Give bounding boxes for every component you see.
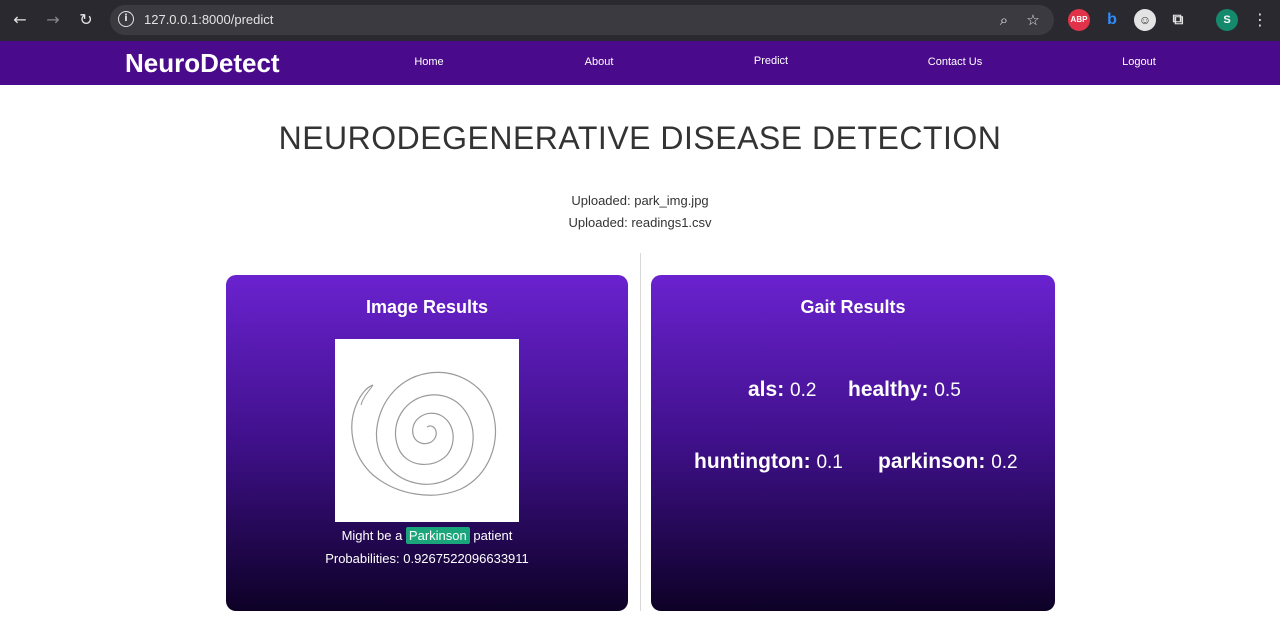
uploaded-image-filename: Uploaded: park_img.jpg <box>571 193 709 208</box>
adblock-extension-icon[interactable]: ABP <box>1068 9 1090 31</box>
profile-avatar[interactable]: S <box>1216 9 1238 31</box>
nav-about[interactable]: About <box>585 56 614 68</box>
site-navbar: NeuroDetect Home About Predict Contact U… <box>0 41 1280 85</box>
nav-logout[interactable]: Logout <box>1122 56 1156 68</box>
image-results-title: Image Results <box>365 297 489 317</box>
nav-home[interactable]: Home <box>414 56 443 68</box>
prediction-badge: Parkinson <box>405 527 470 544</box>
bing-extension-icon[interactable]: b <box>1101 9 1123 31</box>
prediction-prefix: Might be a <box>341 528 403 543</box>
reload-button[interactable]: ↻ <box>76 10 96 30</box>
nav-contact-us[interactable]: Contact Us <box>928 56 982 68</box>
gait-result-huntington: huntington: 0.1 <box>694 450 843 473</box>
address-url[interactable]: 127.0.0.1:8000/predict <box>144 12 273 27</box>
gait-result-parkinson: parkinson: 0.2 <box>878 450 1018 473</box>
address-bar[interactable]: i 127.0.0.1:8000/predict ⌕ ☆ <box>110 5 1054 35</box>
page-title: NEURODEGENERATIVE DISEASE DETECTION <box>278 120 1002 156</box>
gait-result-als: als: 0.2 <box>748 378 817 401</box>
extension-icon[interactable]: ☺ <box>1134 9 1156 31</box>
bookmark-star-icon[interactable]: ☆ <box>1023 10 1043 30</box>
image-results-card: Image Results Might be a Parkinson patie… <box>226 275 628 611</box>
image-probability: Probabilities: 0.9267522096633911 <box>325 551 529 566</box>
prediction-suffix: patient <box>473 528 513 543</box>
uploaded-csv-filename: Uploaded: readings1.csv <box>568 215 712 230</box>
menu-kebab-icon[interactable]: ⋮ <box>1250 10 1270 30</box>
gait-results-title: Gait Results <box>800 297 906 317</box>
image-prediction-line: Might be a Parkinson patient <box>226 527 628 544</box>
extensions-puzzle-icon[interactable]: ⧉ <box>1167 9 1189 31</box>
site-info-icon[interactable]: i <box>118 11 134 27</box>
column-divider <box>640 253 641 611</box>
forward-button[interactable]: → <box>43 10 63 30</box>
gait-result-healthy: healthy: 0.5 <box>848 378 961 401</box>
back-button[interactable]: ← <box>10 10 30 30</box>
nav-predict[interactable]: Predict <box>754 55 788 67</box>
gait-results-card: Gait Results als: 0.2 healthy: 0.5 hunti… <box>651 275 1055 611</box>
brand-logo[interactable]: NeuroDetect <box>125 48 280 79</box>
zoom-icon[interactable]: ⌕ <box>994 10 1014 30</box>
browser-toolbar: ← → ↻ i 127.0.0.1:8000/predict ⌕ ☆ ABP b… <box>0 0 1280 41</box>
spiral-drawing-image <box>335 339 519 522</box>
